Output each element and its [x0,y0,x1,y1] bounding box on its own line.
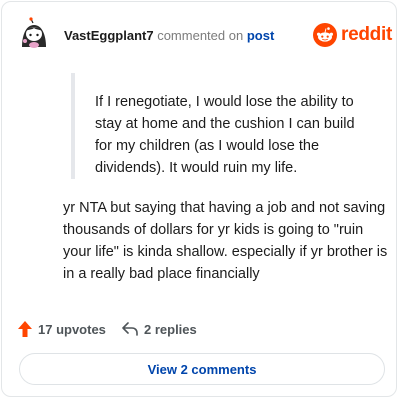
avatar[interactable] [18,17,50,49]
username[interactable]: VastEggplant7 [64,28,154,43]
replies-label: 2 replies [144,321,197,337]
quote-text: If I renegotiate, I would lose the abili… [95,94,355,176]
reddit-brand[interactable]: reddit [313,22,392,48]
quote-block: If I renegotiate, I would lose the abili… [71,73,366,179]
view-comments-button[interactable]: View 2 comments [19,353,385,385]
upvote-button[interactable]: 17 upvotes [18,318,106,340]
comment-card: VastEggplant7 commented on post reddit I… [1,1,397,397]
comment-header: VastEggplant7 commented on post [64,28,274,44]
brand-name: reddit [341,24,392,45]
upvote-arrow-icon [18,321,32,337]
reply-arrow-icon [122,322,138,336]
reddit-logo-icon [313,23,337,47]
commented-on-text: commented on [157,28,244,43]
avatar-icon [22,17,46,48]
replies-button[interactable]: 2 replies [122,318,197,340]
upvotes-label: 17 upvotes [38,321,106,337]
post-link[interactable]: post [247,28,274,43]
comment-body: yr NTA but saying that having a job and … [63,200,388,282]
